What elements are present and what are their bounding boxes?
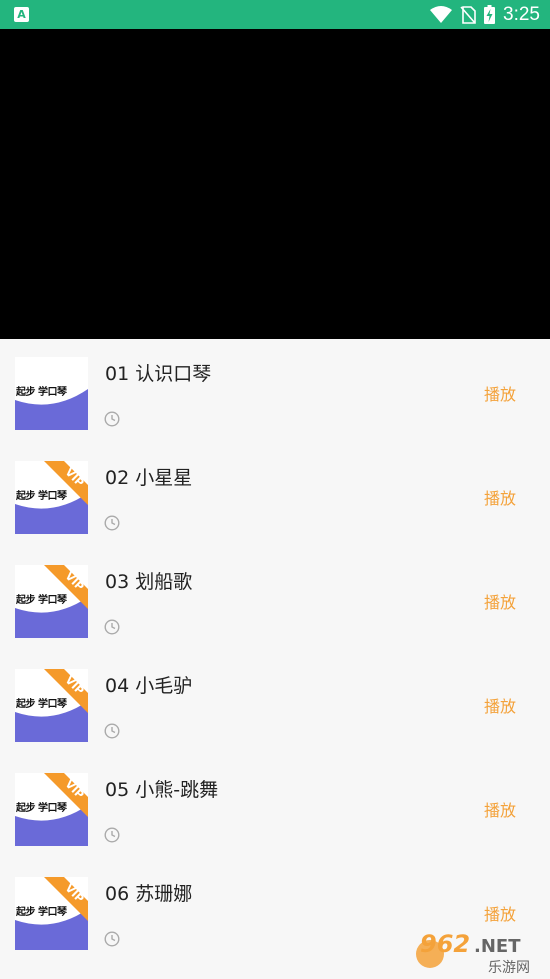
song-title: 04 小毛驴 bbox=[105, 675, 193, 697]
song-thumbnail[interactable]: 起步 学口琴 VIP bbox=[15, 565, 88, 638]
vip-badge-icon: VIP bbox=[44, 565, 88, 609]
song-thumbnail[interactable]: 起步 学口琴 VIP bbox=[15, 461, 88, 534]
clock-icon bbox=[104, 515, 120, 531]
no-sim-icon bbox=[460, 5, 476, 24]
clock-icon bbox=[104, 723, 120, 739]
video-player[interactable] bbox=[0, 29, 550, 339]
song-title: 02 小星星 bbox=[105, 467, 193, 489]
song-title: 01 认识口琴 bbox=[105, 363, 212, 385]
thumbnail-title: 起步 学口琴 bbox=[16, 387, 67, 398]
clock-icon bbox=[104, 411, 120, 427]
clock-icon bbox=[104, 619, 120, 635]
play-button[interactable]: 播放 bbox=[484, 589, 516, 613]
play-button[interactable]: 播放 bbox=[484, 797, 516, 821]
song-thumbnail[interactable]: 起步 学口琴 VIP bbox=[15, 877, 88, 950]
watermark-logo: 962 .NET 乐游网 bbox=[416, 930, 530, 976]
play-button[interactable]: 播放 bbox=[484, 381, 516, 405]
vip-badge-icon: VIP bbox=[44, 773, 88, 817]
song-thumbnail[interactable]: 起步 学口琴 VIP bbox=[15, 773, 88, 846]
vip-badge-icon: VIP bbox=[44, 669, 88, 713]
clock-icon bbox=[104, 931, 120, 947]
svg-text:.NET: .NET bbox=[474, 936, 521, 957]
status-bar: A 3:25 bbox=[0, 0, 550, 29]
play-button[interactable]: 播放 bbox=[484, 485, 516, 509]
clock-icon bbox=[104, 827, 120, 843]
svg-text:962: 962 bbox=[420, 930, 470, 958]
play-button[interactable]: 播放 bbox=[484, 693, 516, 717]
song-title: 06 苏珊娜 bbox=[105, 883, 193, 905]
play-button[interactable]: 播放 bbox=[484, 901, 516, 925]
song-item[interactable]: 起步 学口琴 VIP 03 划船歌 播放 bbox=[0, 547, 550, 651]
svg-text:乐游网: 乐游网 bbox=[488, 960, 530, 976]
vip-badge-icon: VIP bbox=[44, 877, 88, 921]
song-title: 05 小熊-跳舞 bbox=[105, 779, 219, 801]
wifi-icon bbox=[430, 6, 453, 23]
song-item[interactable]: 起步 学口琴 VIP 02 小星星 播放 bbox=[0, 443, 550, 547]
song-title: 03 划船歌 bbox=[105, 571, 193, 593]
song-item[interactable]: 起步 学口琴 VIP 04 小毛驴 播放 bbox=[0, 651, 550, 755]
song-item[interactable]: 起步 学口琴 01 认识口琴 播放 bbox=[0, 339, 550, 443]
song-item[interactable]: 起步 学口琴 VIP 05 小熊-跳舞 播放 bbox=[0, 755, 550, 859]
vip-badge-icon: VIP bbox=[44, 461, 88, 505]
app-notification-icon: A bbox=[14, 7, 29, 22]
clock-time: 3:25 bbox=[503, 3, 540, 25]
song-thumbnail[interactable]: 起步 学口琴 bbox=[15, 357, 88, 430]
battery-charging-icon bbox=[484, 5, 496, 24]
song-list: 起步 学口琴 01 认识口琴 播放 起步 学口琴 VIP 02 小星星 播放 起… bbox=[0, 339, 550, 963]
song-thumbnail[interactable]: 起步 学口琴 VIP bbox=[15, 669, 88, 742]
